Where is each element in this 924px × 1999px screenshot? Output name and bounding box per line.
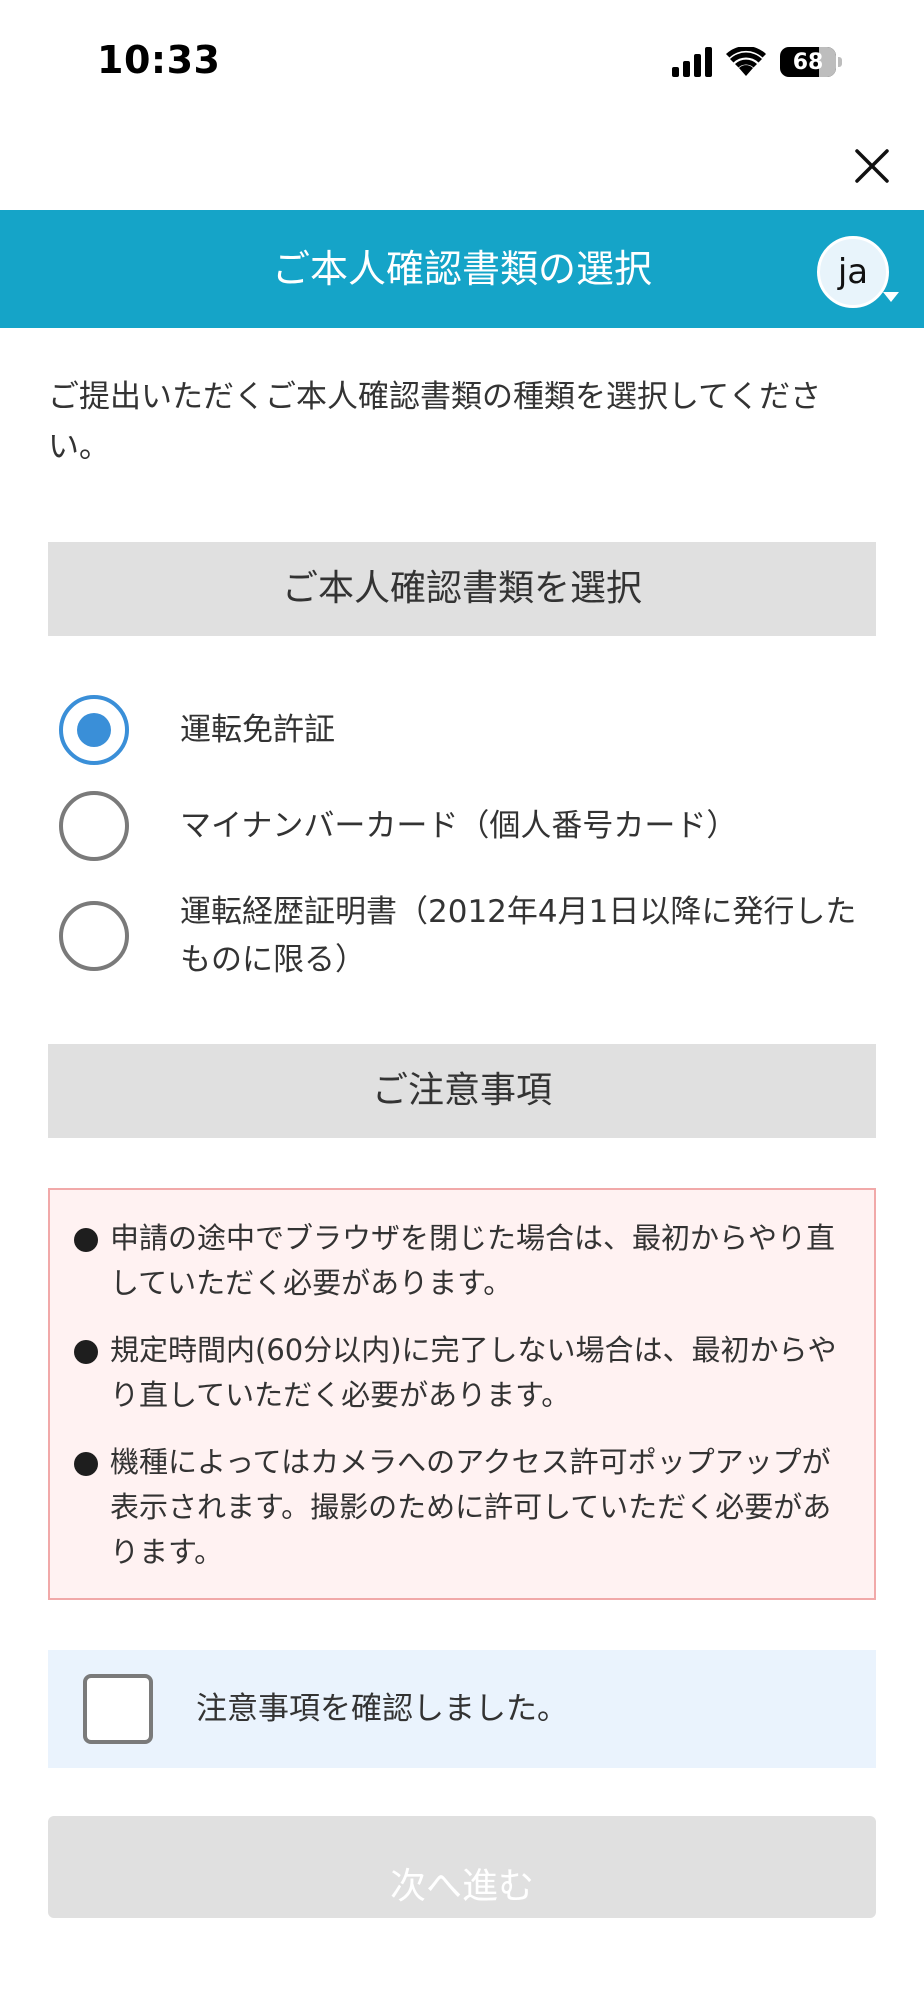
top-bar (0, 120, 924, 210)
battery-level: 68 (792, 49, 824, 75)
bullet-icon (74, 1452, 98, 1476)
signal-icon (672, 47, 712, 77)
close-icon (855, 149, 889, 183)
radio-button[interactable] (59, 901, 129, 971)
intro-text: ご提出いただくご本人確認書類の種類を選択してください。 (48, 379, 822, 465)
language-code: ja (837, 252, 869, 292)
note-item: 規定時間内(60分以内)に完了しない場合は、最初からやり直していただく必要があり… (74, 1328, 852, 1418)
radio-button-selected[interactable] (59, 695, 129, 765)
page-header: ご本人確認書類の選択 ja (0, 210, 924, 328)
note-text: 機種によってはカメラへのアクセス許可ポップアップが表示されます。撮影のために許可… (110, 1445, 832, 1569)
radio-option-driving-history-certificate[interactable]: 運転経歴証明書（2012年4月1日以降に発行したものに限る） (48, 886, 878, 986)
language-selector[interactable]: ja (817, 236, 899, 318)
confirm-label: 注意事項を確認しました。 (196, 1691, 568, 1727)
note-text: 規定時間内(60分以内)に完了しない場合は、最初からやり直していただく必要があり… (110, 1333, 837, 1412)
document-section-title: ご本人確認書類を選択 (48, 542, 876, 636)
next-button[interactable]: 次へ進む (48, 1816, 876, 1918)
radio-label: 運転免許証 (180, 712, 335, 748)
radio-label: 運転経歴証明書（2012年4月1日以降に発行したものに限る） (180, 894, 857, 978)
bullet-icon (74, 1228, 98, 1252)
status-bar: 10:33 68 (0, 0, 924, 120)
notes-box: 申請の途中でブラウザを閉じた場合は、最初からやり直していただく必要があります。 … (48, 1188, 876, 1600)
status-icons: 68 (672, 44, 842, 80)
radio-label: マイナンバーカード（個人番号カード） (180, 808, 738, 844)
radio-option-drivers-license[interactable]: 運転免許証 (48, 692, 878, 768)
note-item: 申請の途中でブラウザを閉じた場合は、最初からやり直していただく必要があります。 (74, 1216, 852, 1306)
close-button[interactable] (848, 142, 896, 190)
battery-icon: 68 (780, 47, 842, 77)
notes-section-title: ご注意事項 (48, 1044, 876, 1138)
globe-icon: ja (817, 236, 889, 308)
caret-down-icon (883, 292, 899, 302)
status-time: 10:33 (97, 38, 221, 82)
note-text: 申請の途中でブラウザを閉じた場合は、最初からやり直していただく必要があります。 (110, 1221, 836, 1300)
bullet-icon (74, 1340, 98, 1364)
page-title: ご本人確認書類の選択 (271, 247, 652, 291)
note-item: 機種によってはカメラへのアクセス許可ポップアップが表示されます。撮影のために許可… (74, 1440, 852, 1575)
confirm-checkbox-row[interactable]: 注意事項を確認しました。 (48, 1650, 876, 1768)
wifi-icon (726, 47, 766, 76)
confirm-checkbox[interactable] (83, 1674, 153, 1744)
radio-button[interactable] (59, 791, 129, 861)
radio-option-my-number-card[interactable]: マイナンバーカード（個人番号カード） (48, 788, 878, 864)
